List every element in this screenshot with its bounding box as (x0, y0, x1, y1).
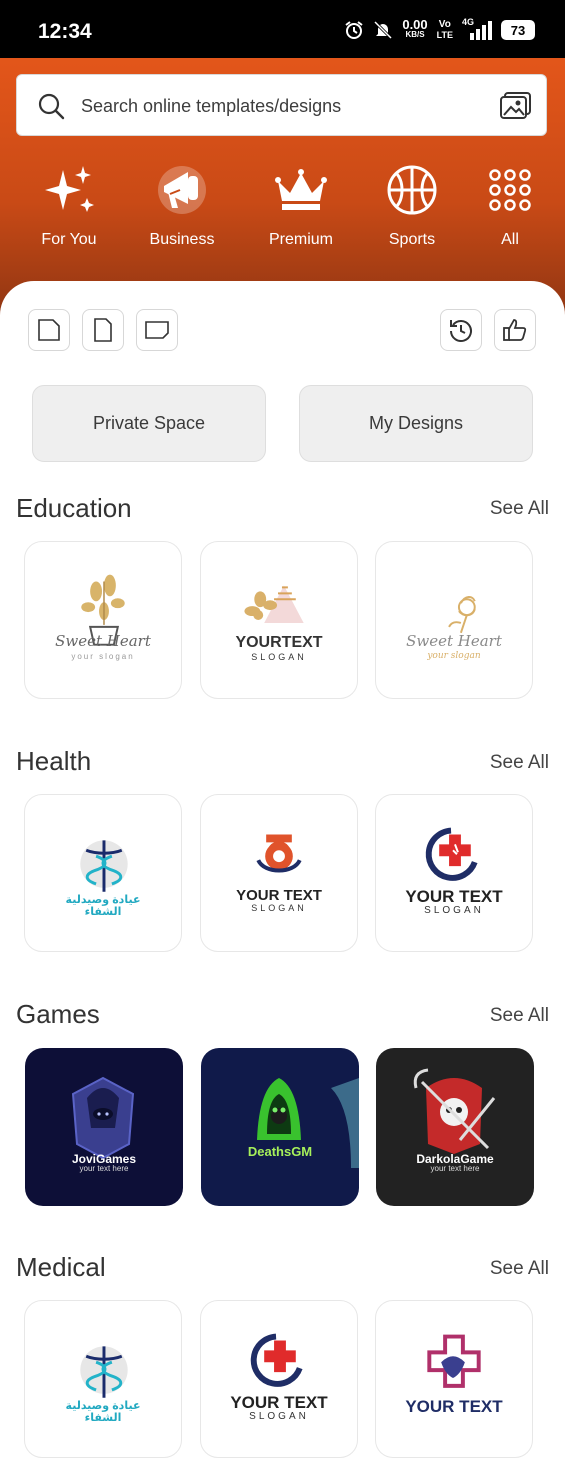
skull-reaper-logo (413, 1068, 496, 1154)
see-all-medical[interactable]: See All (490, 1258, 549, 1280)
my-designs-button[interactable]: My Designs (299, 385, 533, 462)
section-title-games: Games (16, 999, 100, 1029)
search-bar[interactable]: Search online templates/designs (16, 74, 547, 136)
basketball-icon (387, 165, 437, 215)
crown-icon (275, 169, 327, 210)
alarm-icon (345, 21, 363, 39)
plant-pot-logo (81, 574, 125, 646)
signal-icon: 4G (462, 17, 492, 41)
logo-slogan: الشفاء (84, 906, 122, 918)
category-premium[interactable]: Premium (246, 160, 356, 249)
logo-title: YOUR TEXT (405, 1397, 503, 1416)
search-input[interactable]: Search online templates/designs (81, 96, 341, 117)
logo-slogan: your slogan (427, 651, 481, 661)
see-all-health[interactable]: See All (490, 752, 549, 774)
liked-button[interactable] (494, 309, 536, 351)
template-card[interactable]: DarkolaGame your text here (376, 1048, 534, 1206)
status-time: 12:34 (38, 20, 92, 43)
gold-rose-logo (448, 596, 476, 634)
logo-slogan: SLOGAN (251, 652, 307, 662)
template-card[interactable]: JoviGames your text here (25, 1048, 183, 1206)
see-all-education[interactable]: See All (490, 498, 549, 520)
logo-slogan: your text here (430, 1164, 480, 1173)
thumbs-up-icon (503, 319, 527, 341)
section-title-medical: Medical (16, 1252, 106, 1282)
logo-title: YOUR TEXT (236, 887, 322, 904)
logo-title: YOUR TEXT (405, 887, 503, 906)
hooded-ninja-logo (71, 1076, 135, 1160)
section-title-education: Education (16, 493, 132, 523)
history-icon (450, 320, 472, 342)
image-search-icon[interactable] (500, 91, 532, 121)
category-all[interactable]: All (455, 160, 565, 249)
history-button[interactable] (440, 309, 482, 351)
logo-slogan: الشفاء (84, 1412, 122, 1424)
private-space-button[interactable]: Private Space (32, 385, 266, 462)
logo-title: YOUR TEXT (230, 1393, 328, 1412)
logo-slogan: your text here (79, 1164, 129, 1173)
template-card[interactable]: YOUR TEXT (375, 1300, 533, 1458)
pet-cross-logo (427, 1334, 481, 1388)
landscape-size-button[interactable] (136, 309, 178, 351)
medical-cross-logo (250, 1333, 303, 1387)
category-for-you[interactable]: For You (14, 160, 124, 249)
category-sports[interactable]: Sports (357, 160, 467, 249)
template-card[interactable]: Sweet Heart your slogan (375, 541, 533, 699)
template-card[interactable]: Sweet Heart your slogan (24, 541, 182, 699)
status-icons: 0.00 KB/S Vo LTE 4G 73 (344, 17, 535, 41)
kettlebell-logo (256, 834, 302, 873)
square-size-icon (38, 319, 60, 341)
section-title-health: Health (16, 746, 92, 776)
logo-title: Sweet Heart (55, 632, 151, 650)
logo-slogan: SLOGAN (249, 1411, 309, 1422)
caduceus-logo (80, 1346, 128, 1398)
medical-cross-logo (425, 827, 478, 881)
square-size-button[interactable] (28, 309, 70, 351)
category-business[interactable]: Business (127, 160, 237, 249)
see-all-games[interactable]: See All (490, 1005, 549, 1027)
megaphone-icon (158, 166, 206, 214)
template-card[interactable]: عيادة وصيدلية الشفاء (24, 1300, 182, 1458)
caduceus-logo (80, 840, 128, 892)
category-bar: For You Business Premium Sports All (0, 160, 565, 260)
flower-triangle-logo (244, 585, 304, 623)
search-icon (38, 93, 65, 120)
portrait-size-icon (94, 318, 112, 342)
logo-title: Sweet Heart (406, 632, 502, 650)
logo-title: YOURTEXT (235, 634, 323, 651)
template-card[interactable]: DeathsGM (201, 1048, 359, 1206)
muted-bell-icon (374, 20, 393, 40)
status-bar: 12:34 0.00 KB/S Vo LTE 4G 73 (0, 0, 565, 58)
portrait-size-button[interactable] (82, 309, 124, 351)
template-card[interactable]: YOUR TEXT SLOGAN (200, 794, 358, 952)
volte-indicator: Vo LTE (436, 19, 453, 41)
sparkles-icon (45, 166, 94, 212)
logo-slogan: SLOGAN (251, 903, 307, 913)
template-card[interactable]: YOURTEXT SLOGAN (200, 541, 358, 699)
logo-slogan: SLOGAN (424, 905, 484, 916)
template-card[interactable]: YOUR TEXT SLOGAN (200, 1300, 358, 1458)
landscape-size-icon (145, 321, 169, 339)
net-speed: 0.00 KB/S (402, 17, 428, 39)
template-card[interactable]: عيادة وصيدلية الشفاء (24, 794, 182, 952)
hooded-gasmask-logo (257, 1078, 359, 1168)
grid-dots-icon (489, 169, 531, 211)
logo-title: DeathsGM (247, 1144, 313, 1159)
logo-slogan: your slogan (71, 652, 135, 661)
battery-icon: 73 (501, 20, 535, 40)
template-card[interactable]: YOUR TEXT SLOGAN (375, 794, 533, 952)
